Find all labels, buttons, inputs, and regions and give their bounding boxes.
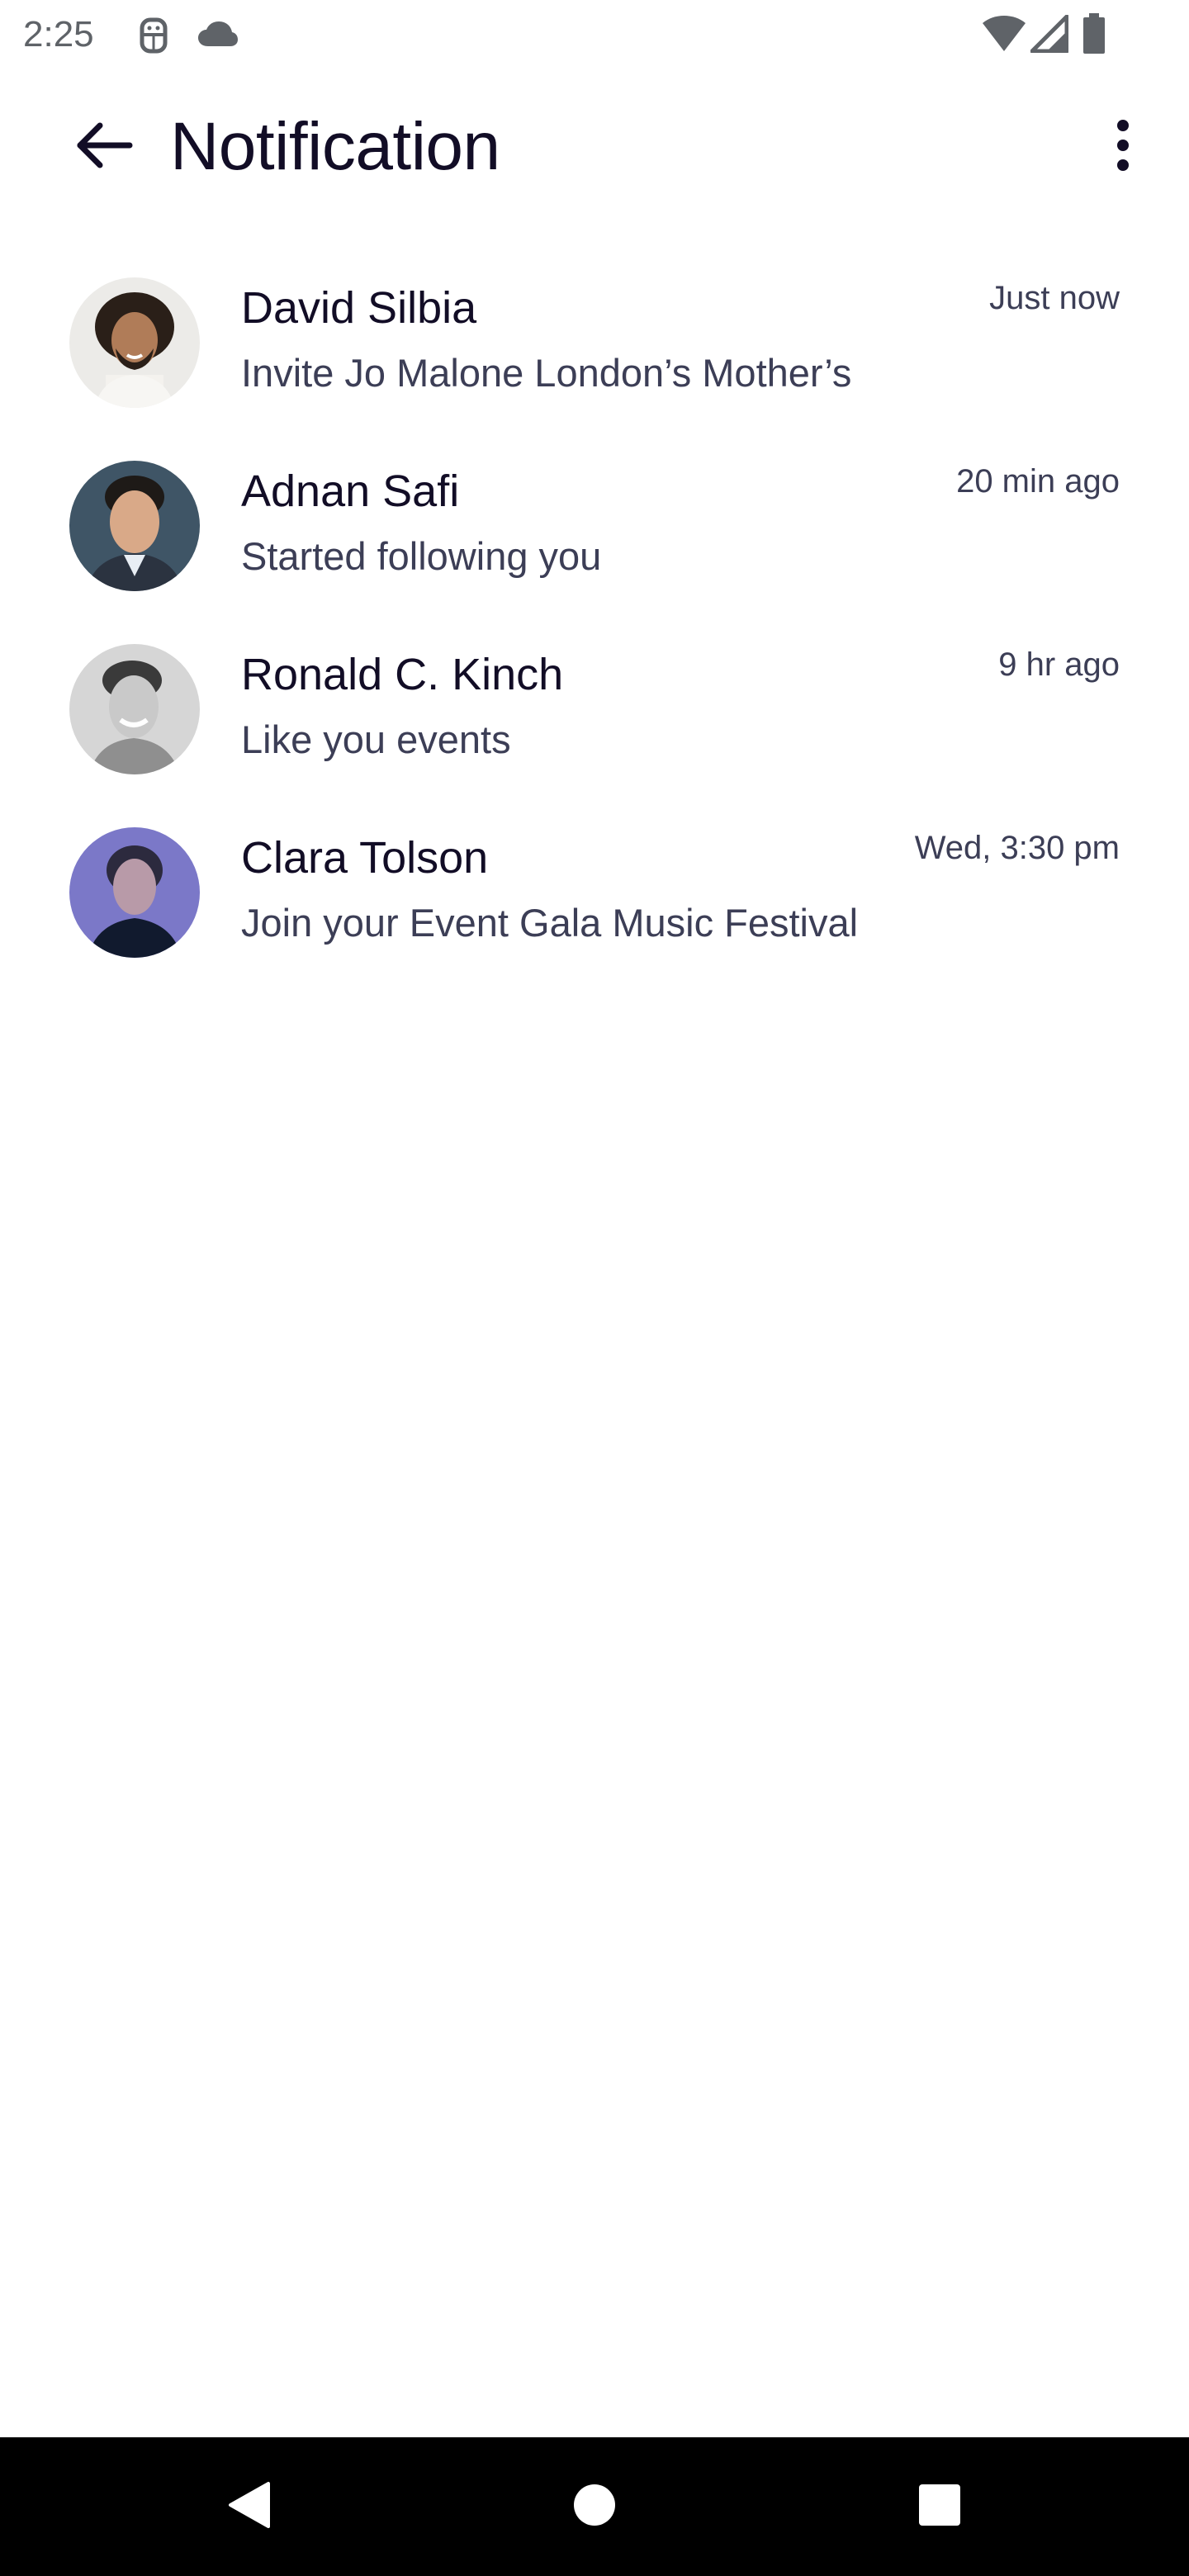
more-vertical-icon [1115, 119, 1131, 176]
nav-recents-button[interactable] [898, 2465, 981, 2548]
nav-home-button[interactable] [553, 2465, 636, 2548]
more-options-button[interactable] [1090, 114, 1156, 180]
notification-time: Just now [989, 280, 1120, 316]
nav-back-icon [227, 2480, 272, 2534]
wifi-icon [981, 15, 1027, 53]
notification-time: 20 min ago [956, 463, 1120, 500]
notification-message: Like you events [241, 717, 511, 761]
notification-message: Started following you [241, 534, 602, 578]
notification-list: David Silbia Invite Jo Malone London’s M… [0, 261, 1189, 994]
notification-item[interactable]: Ronald C. Kinch Like you events 9 hr ago [0, 627, 1189, 811]
page-title: Notification [170, 109, 500, 184]
notification-item[interactable]: David Silbia Invite Jo Malone London’s M… [0, 261, 1189, 444]
notification-name: Adnan Safi [241, 466, 460, 516]
notification-screen: 2:25 Notification David Silbia Invite Jo… [0, 0, 1189, 2576]
status-bar: 2:25 [0, 0, 1189, 69]
notification-message: Join your Event Gala Music Festival [241, 901, 859, 945]
avatar [69, 461, 200, 591]
cell-signal-icon [1030, 15, 1068, 53]
app-bar: Notification [0, 86, 1189, 208]
notification-time: Wed, 3:30 pm [914, 830, 1120, 866]
avatar [69, 827, 200, 958]
back-button[interactable] [63, 114, 145, 180]
android-debug-icon [137, 17, 170, 54]
cloud-icon [197, 20, 239, 48]
notification-name: David Silbia [241, 283, 477, 333]
nav-recents-icon [917, 2483, 962, 2531]
avatar [69, 644, 200, 774]
notification-item[interactable]: Adnan Safi Started following you 20 min … [0, 444, 1189, 627]
arrow-back-icon [75, 122, 133, 173]
nav-home-icon [572, 2483, 617, 2531]
nav-back-button[interactable] [208, 2465, 291, 2548]
navigation-bar [0, 2437, 1189, 2576]
battery-icon [1082, 13, 1106, 54]
avatar [69, 277, 200, 408]
status-time: 2:25 [23, 14, 94, 54]
notification-name: Ronald C. Kinch [241, 650, 564, 699]
notification-time: 9 hr ago [998, 646, 1120, 683]
notification-item[interactable]: Clara Tolson Join your Event Gala Music … [0, 811, 1189, 994]
notification-message: Invite Jo Malone London’s Mother’s [241, 351, 852, 395]
notification-name: Clara Tolson [241, 833, 489, 883]
